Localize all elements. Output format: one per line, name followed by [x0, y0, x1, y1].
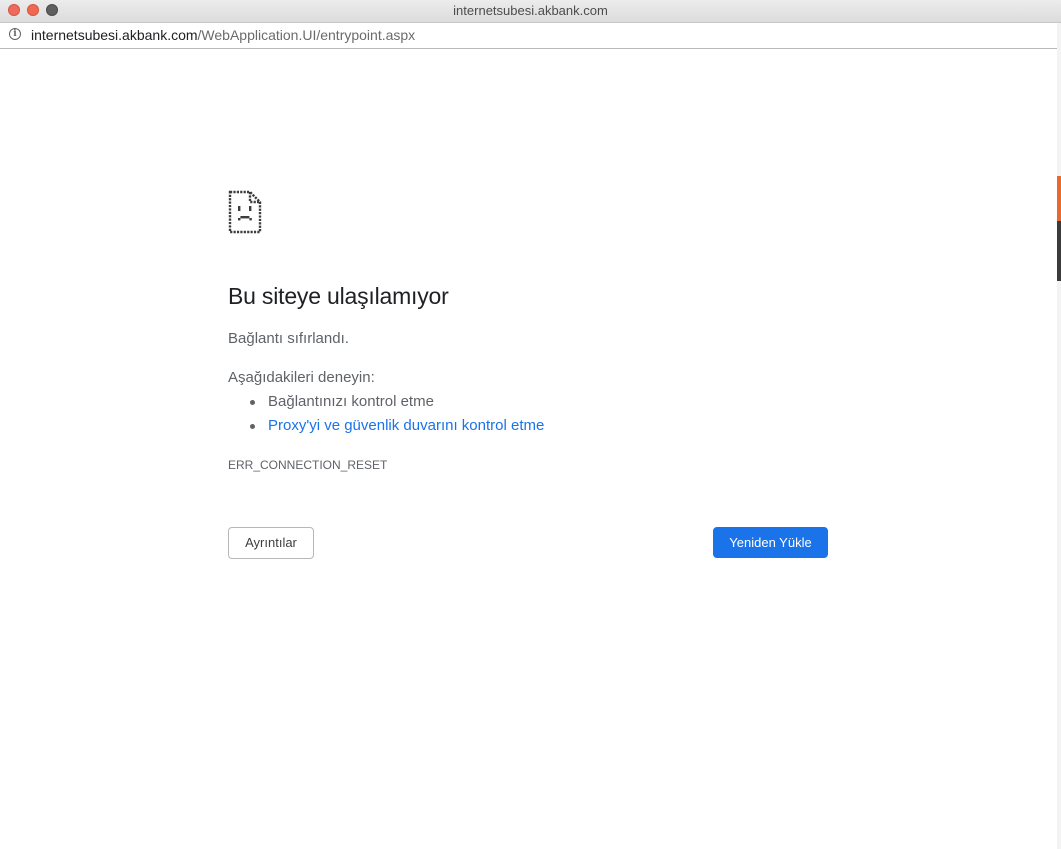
background-window-dark — [1057, 221, 1061, 281]
error-headline: Bu siteye ulaşılamıyor — [228, 283, 449, 309]
proxy-firewall-link[interactable]: Proxy'yi ve güvenlik duvarını kontrol et… — [268, 417, 544, 434]
error-code: ERR_CONNECTION_RESET — [228, 458, 388, 472]
list-item: Proxy'yi ve güvenlik duvarını kontrol et… — [228, 417, 544, 441]
suggestion-text: Bağlantınızı kontrol etme — [268, 393, 434, 410]
url-host: internetsubesi.akbank.com — [31, 27, 198, 43]
error-reason: Bağlantı sıfırlandı. — [228, 330, 349, 347]
suggestions-list: Bağlantınızı kontrol etme Proxy'yi ve gü… — [228, 393, 544, 441]
sad-document-icon — [228, 190, 262, 234]
details-button[interactable]: Ayrıntılar — [228, 527, 314, 559]
suggestions-label: Aşağıdakileri deneyin: — [228, 369, 375, 386]
reload-button[interactable]: Yeniden Yükle — [713, 527, 828, 558]
window-title: internetsubesi.akbank.com — [453, 3, 608, 18]
url-field[interactable]: internetsubesi.akbank.com/WebApplication… — [31, 27, 415, 43]
window-title-bar: internetsubesi.akbank.com — [0, 0, 1061, 23]
background-window-accent — [1057, 176, 1061, 221]
info-icon[interactable]: i — [9, 28, 21, 40]
background-window-edge — [1057, 23, 1061, 849]
address-bar[interactable]: i internetsubesi.akbank.com/WebApplicati… — [0, 23, 1061, 49]
url-path: /WebApplication.UI/entrypoint.aspx — [197, 27, 416, 43]
list-item: Bağlantınızı kontrol etme — [228, 393, 544, 417]
